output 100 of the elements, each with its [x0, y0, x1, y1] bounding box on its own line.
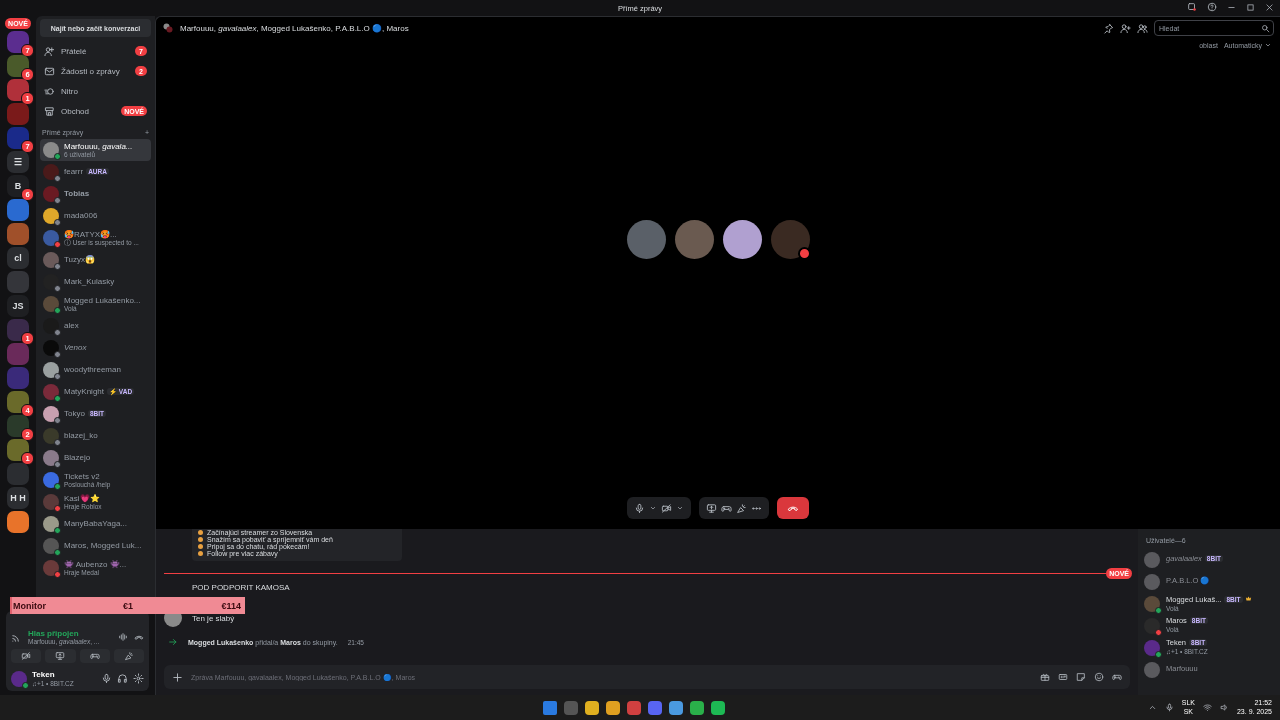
caret-icon[interactable]	[676, 504, 684, 512]
participant-avatar[interactable]	[722, 219, 762, 259]
dm-item[interactable]: Tuzyx😱	[40, 249, 151, 271]
dm-name: Tobias	[64, 189, 90, 199]
help-icon[interactable]	[1207, 2, 1217, 12]
donation-goal-bar: Monitor €1 €114	[10, 597, 245, 614]
message-text: POD PODPORIT KAMOSA	[191, 582, 291, 594]
dm-item[interactable]: blazej_ko	[40, 425, 151, 447]
server-icon[interactable]	[7, 511, 29, 533]
server-icon[interactable]	[7, 319, 29, 341]
screen-share-button[interactable]	[45, 649, 76, 664]
dm-item[interactable]: alex	[40, 315, 151, 337]
avatar[interactable]	[11, 670, 27, 687]
nav-link[interactable]: Přátelé	[61, 46, 129, 56]
speaker-icon[interactable]	[1219, 703, 1229, 712]
server-icon[interactable]: cl	[7, 247, 29, 269]
dm-name: Marfouuu, gavala...	[64, 141, 133, 151]
taskbar-app-icon[interactable]	[543, 700, 557, 715]
server-icon[interactable]: H H	[7, 487, 29, 509]
taskbar-app-icon[interactable]	[648, 700, 662, 715]
arrow-icon	[168, 637, 178, 647]
hang-up-button[interactable]	[777, 497, 809, 519]
server-icon[interactable]	[7, 55, 29, 77]
server-icon[interactable]	[7, 79, 29, 101]
taskbar-app-icon[interactable]	[627, 700, 641, 715]
plus-icon[interactable]	[172, 671, 183, 683]
mic-icon[interactable]	[101, 673, 112, 685]
screen-share-icon[interactable]	[706, 502, 717, 514]
wifi-icon[interactable]	[1202, 703, 1212, 712]
username: Teken	[32, 670, 56, 680]
mic-icon[interactable]	[634, 502, 645, 514]
gif-icon[interactable]	[1058, 672, 1068, 682]
server-icon[interactable]	[7, 391, 29, 413]
dm-name: 🥵RATYX🥵...	[64, 229, 118, 239]
server-icon[interactable]	[7, 31, 29, 53]
members-icon[interactable]	[1137, 22, 1148, 34]
search-icon	[1261, 23, 1270, 33]
server-icon[interactable]: JS	[7, 295, 29, 317]
participant-avatar[interactable]	[770, 219, 810, 259]
activity-button[interactable]	[79, 649, 110, 664]
dm-item[interactable]: Tobias	[40, 183, 151, 205]
taskbar-app-icon[interactable]	[669, 700, 683, 715]
dm-name: Venox	[64, 343, 87, 353]
dm-item[interactable]: Blazejo	[40, 447, 151, 469]
dm-name: blazej_ko	[64, 431, 98, 441]
dm-name: Maros, Mogged Luk...	[64, 541, 142, 551]
requests-icon	[44, 65, 55, 77]
dm-item[interactable]: Venox	[40, 337, 151, 359]
caret-icon[interactable]	[649, 504, 657, 512]
add-user-icon[interactable]	[1120, 22, 1131, 34]
screen-icon	[55, 651, 66, 662]
dm-item[interactable]: mada006	[40, 205, 151, 227]
nav-link[interactable]: Nitro	[61, 86, 147, 96]
message-text: Ten je slabý	[192, 612, 235, 625]
server-icon[interactable]: ☰	[7, 151, 29, 173]
dm-item[interactable]: Mark_Kulasky	[40, 271, 151, 293]
camera-off-icon[interactable]	[661, 502, 672, 514]
headphones-icon[interactable]	[117, 673, 128, 685]
dm-name: alex	[64, 321, 79, 331]
server-icon[interactable]	[7, 439, 29, 461]
chevron-up-icon[interactable]	[1147, 703, 1157, 712]
dm-name: ManyBabaYaga...	[64, 519, 127, 529]
sticker-icon[interactable]	[1076, 672, 1086, 682]
emoji-icon[interactable]	[1094, 672, 1104, 682]
voice-status: Hlas připojen	[28, 628, 80, 638]
dm-item[interactable]: Maros, Mogged Luk...	[40, 535, 151, 557]
dm-name: Blazejo	[64, 453, 91, 463]
dm-name: Kasi💗⭐	[64, 493, 101, 503]
chevron-down-icon[interactable]	[1264, 41, 1272, 49]
pin-icon[interactable]	[1103, 22, 1114, 34]
conversation-title: Marfouuu, gavalaalex, Mogged Lukašenko, P.A.B.L.O 🔵, Maros	[180, 23, 410, 33]
soundboard-button[interactable]	[113, 649, 144, 664]
gift-icon[interactable]	[1040, 672, 1050, 682]
gamepad-icon[interactable]	[1112, 672, 1122, 682]
camera-button[interactable]	[11, 649, 42, 664]
taskbar-app-icon[interactable]	[606, 700, 620, 715]
dm-name: woodythreeman	[64, 365, 121, 375]
dm-item[interactable]: ManyBabaYaga...	[40, 513, 151, 535]
nav-link[interactable]: Žádosti o zprávy	[61, 66, 129, 76]
shop-icon	[44, 105, 55, 117]
friends-icon	[44, 45, 55, 57]
dm-name: 👾 Aubenzo 👾...	[64, 559, 127, 569]
close-icon[interactable]	[1265, 2, 1274, 12]
nav-link[interactable]: Obchod	[61, 106, 116, 116]
dm-name: Tickets v2	[64, 471, 101, 481]
camera-off-icon	[21, 651, 32, 662]
mic-icon[interactable]	[1164, 703, 1174, 712]
inbox-icon[interactable]	[1187, 2, 1197, 12]
taskbar-app-icon[interactable]	[690, 700, 704, 715]
dm-name: Mogged Lukašenko...	[64, 295, 141, 305]
taskbar-app-icon[interactable]	[585, 700, 599, 715]
taskbar-app-icon[interactable]	[711, 700, 725, 715]
dm-item[interactable]: woodythreeman	[40, 359, 151, 381]
maximize-icon[interactable]	[1246, 2, 1255, 12]
dm-name: Tuzyx😱	[64, 255, 96, 265]
server-icon[interactable]	[7, 415, 29, 437]
server-icon[interactable]	[7, 127, 29, 149]
waveform-icon[interactable]	[118, 632, 128, 642]
settings-icon[interactable]	[133, 673, 144, 685]
gamepad-icon	[89, 651, 100, 662]
